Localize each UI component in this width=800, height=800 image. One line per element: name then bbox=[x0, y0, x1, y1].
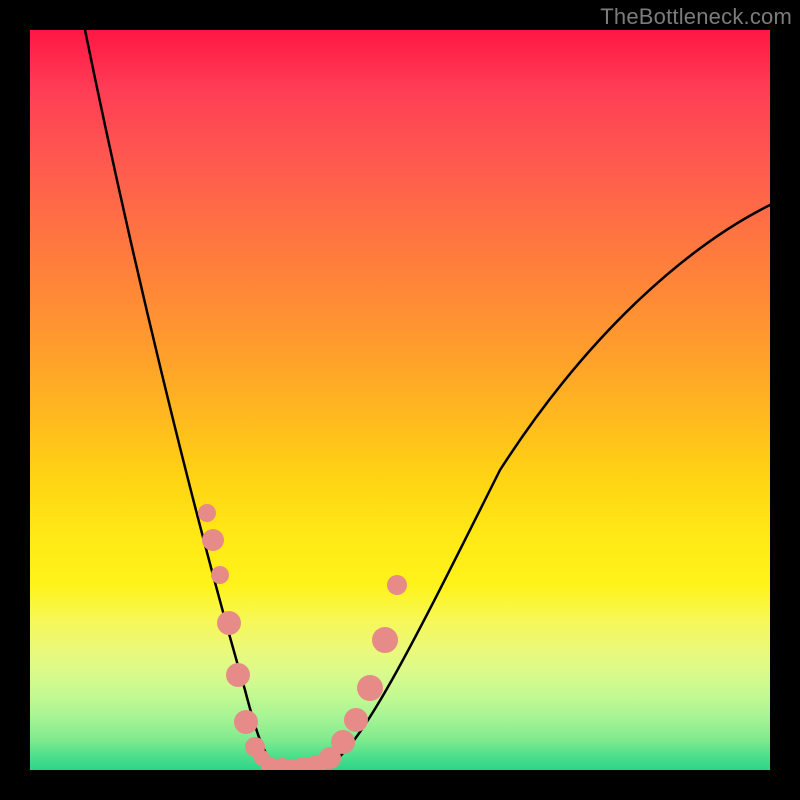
dot-cluster-right bbox=[281, 575, 407, 770]
watermark-text: TheBottleneck.com bbox=[600, 4, 792, 30]
bottleneck-curve bbox=[30, 30, 770, 770]
curve-path bbox=[85, 30, 770, 770]
plot-area bbox=[30, 30, 770, 770]
dot-cluster-left bbox=[198, 504, 270, 766]
chart-frame: TheBottleneck.com bbox=[0, 0, 800, 800]
